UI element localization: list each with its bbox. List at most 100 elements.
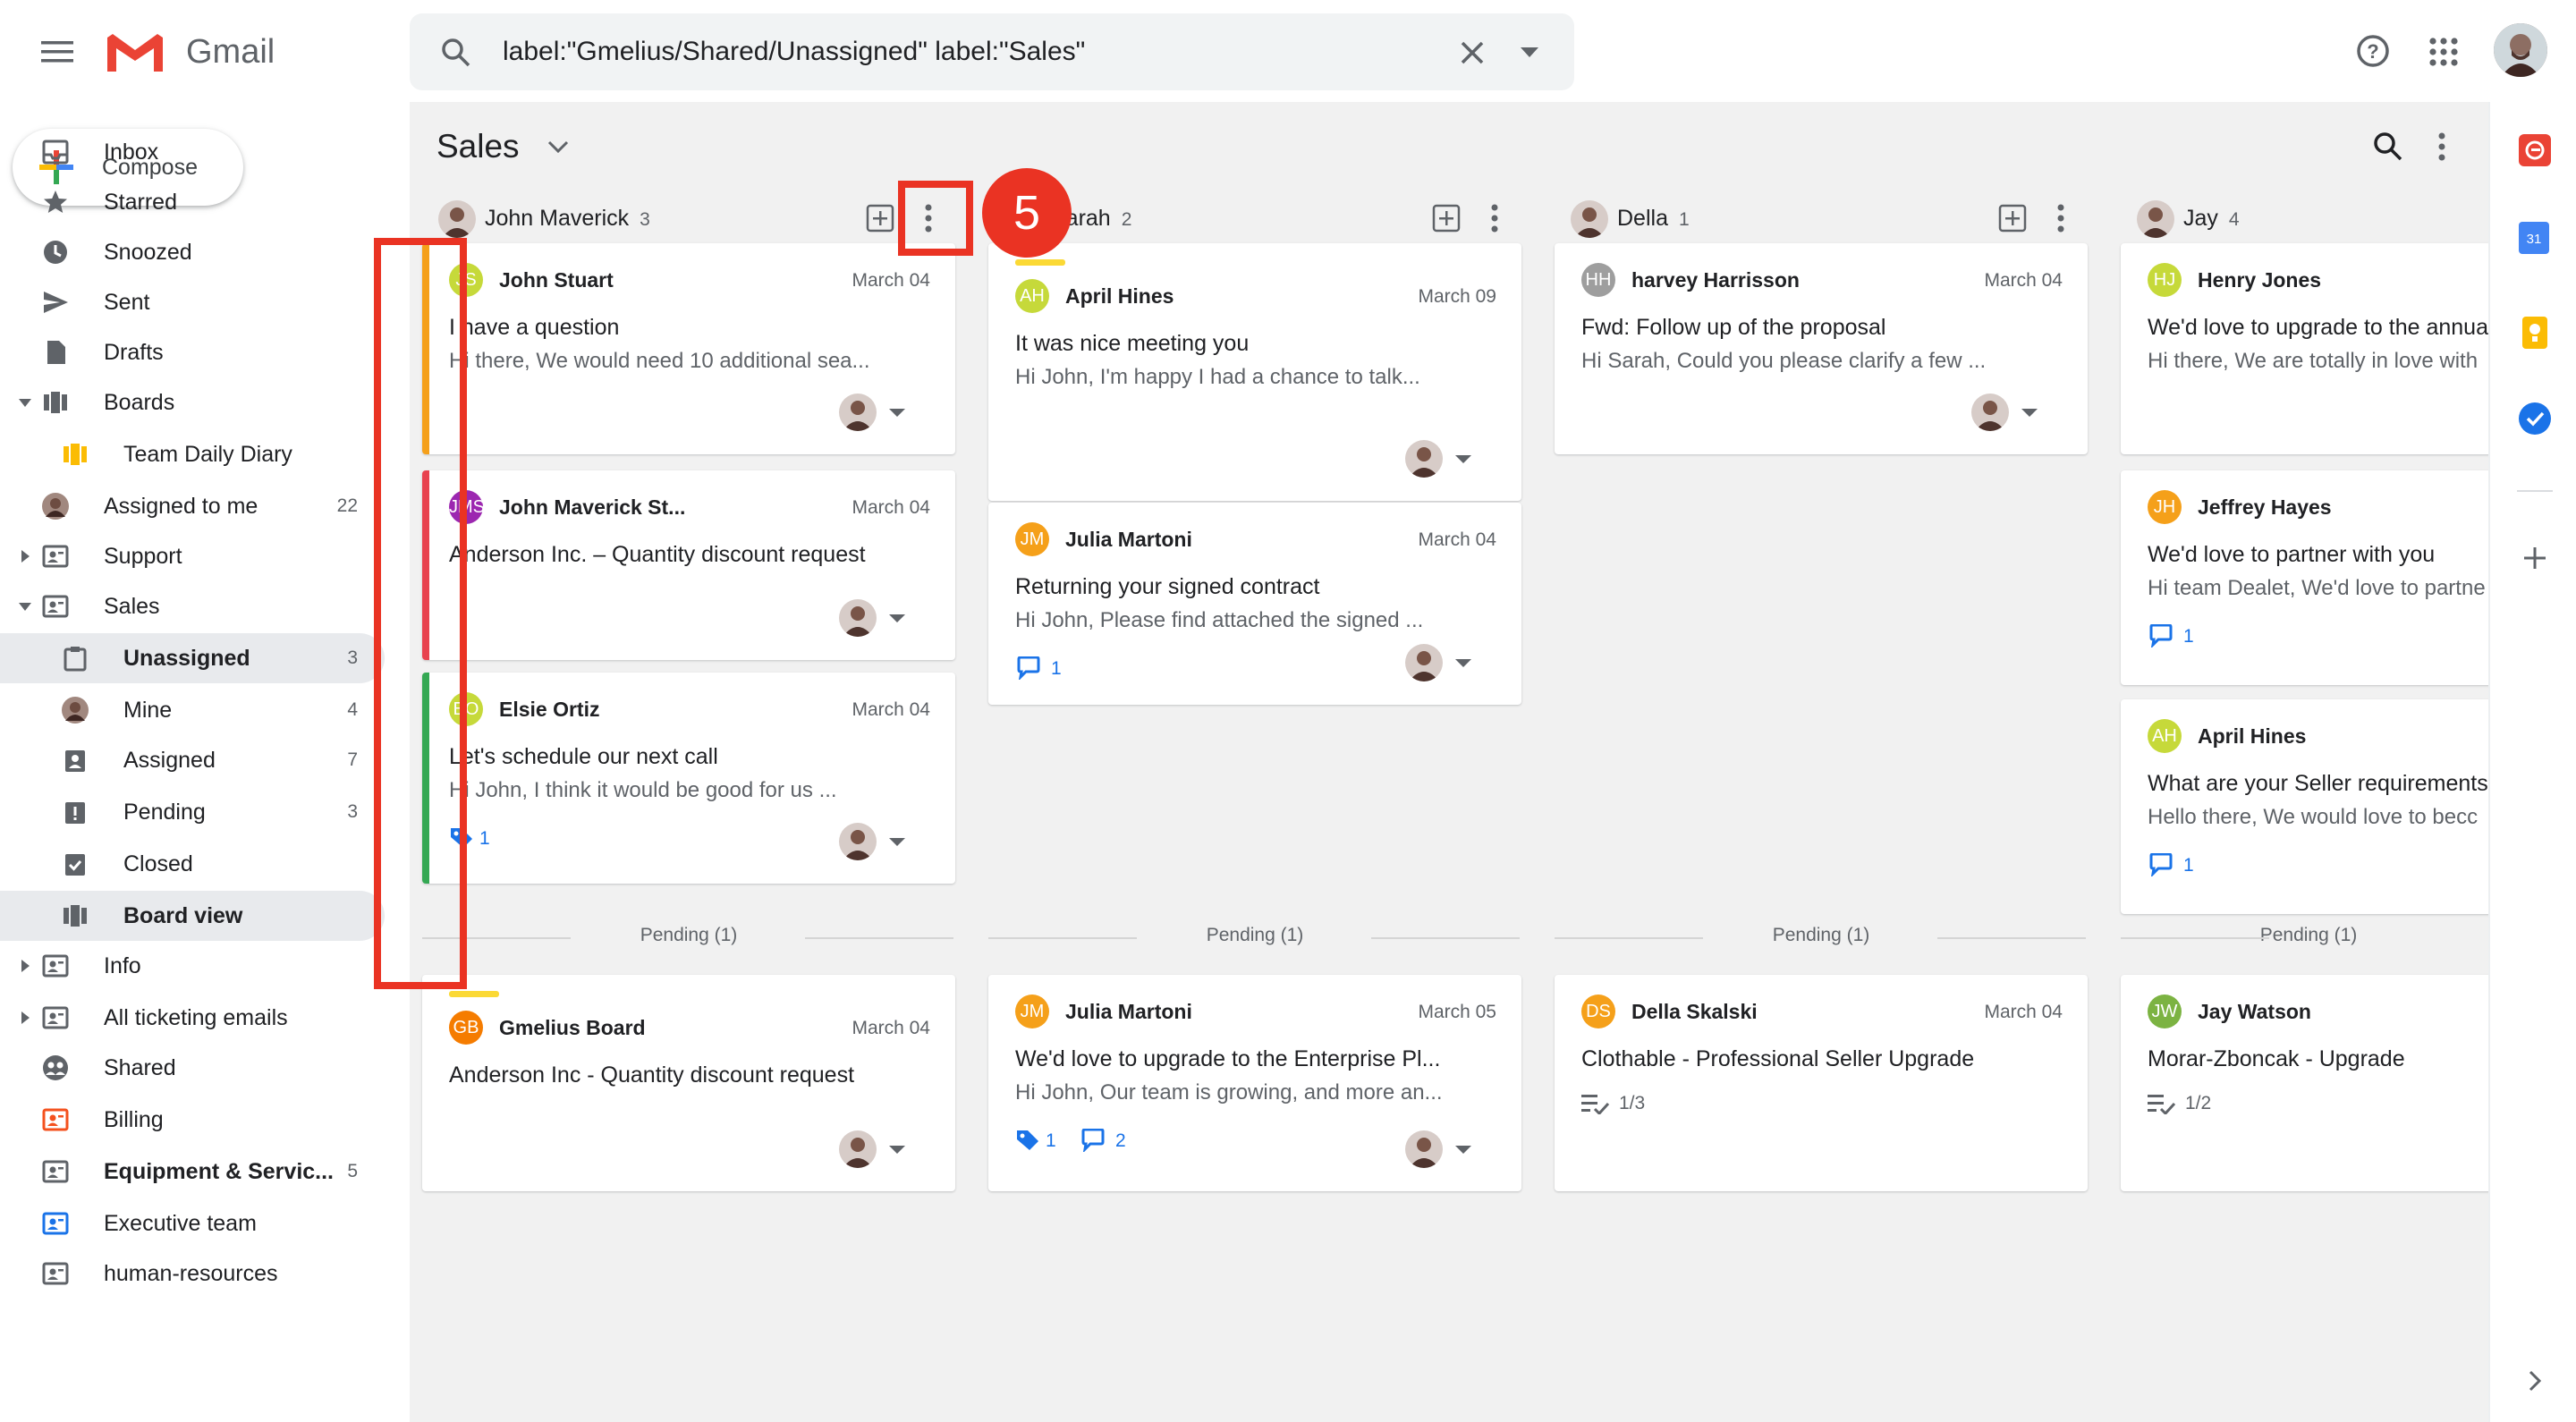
board-more-icon[interactable] — [2422, 127, 2462, 166]
shared-label-icon — [41, 1003, 70, 1032]
expand-arrow-icon[interactable] — [21, 550, 30, 563]
email-subject: We'd love to partner with you — [2148, 542, 2436, 567]
chevron-down-icon[interactable] — [1510, 33, 1549, 72]
sidebar-item-assigned-to-me[interactable]: Assigned to me 22 — [0, 481, 385, 531]
board-title-chevron-icon[interactable] — [540, 129, 576, 165]
sidebar-item-shared[interactable]: Shared — [0, 1043, 385, 1093]
comment-icon[interactable] — [2148, 623, 2174, 652]
collapse-arrow-icon[interactable] — [19, 399, 31, 407]
pending-card[interactable]: GB Gmelius Board March 04 Anderson Inc - Qu… — [422, 975, 955, 1191]
email-card[interactable]: JM Julia Martoni March 04 Returning your si… — [988, 503, 1521, 705]
email-card[interactable]: AH April Hines March 09 It was nice meeting… — [988, 243, 1521, 501]
add-card-icon[interactable] — [1998, 204, 2027, 237]
collapse-arrow-icon[interactable] — [19, 603, 31, 611]
apps-grid-icon[interactable] — [2424, 32, 2463, 72]
sidebar-item-unassigned[interactable]: Unassigned 3 — [0, 633, 385, 683]
sidebar-item-human-resources[interactable]: human-resources — [0, 1248, 385, 1299]
email-date: March 04 — [852, 699, 930, 720]
sidebar-item-closed[interactable]: Closed — [0, 839, 385, 889]
checklist-icon — [2148, 1093, 2176, 1119]
sidebar-item-all-ticketing-emails[interactable]: All ticketing emails — [0, 993, 385, 1043]
gmelius-icon[interactable] — [2519, 134, 2551, 166]
avatar-icon — [61, 696, 89, 724]
help-icon[interactable]: ? — [2352, 30, 2394, 72]
assignee-dropdown-icon[interactable] — [889, 409, 905, 417]
calendar-icon[interactable]: 31 — [2519, 222, 2549, 254]
comment-count: 2 — [1115, 1130, 1126, 1151]
assignee-dropdown-icon[interactable] — [889, 614, 905, 622]
keep-icon[interactable] — [2522, 317, 2547, 349]
add-card-icon[interactable] — [866, 204, 894, 237]
gmail-logo[interactable] — [104, 30, 166, 75]
assignee-dropdown-icon[interactable] — [2021, 409, 2038, 417]
email-card[interactable]: HJ Henry Jones We'd love to upgrade to the… — [2121, 243, 2496, 454]
shared-label-icon — [41, 592, 70, 621]
sender-avatar: JM — [1015, 522, 1049, 556]
add-card-icon[interactable] — [1432, 204, 1461, 237]
search-icon[interactable] — [436, 33, 476, 72]
email-card[interactable]: JS John Stuart March 04 I have a question Hi… — [422, 243, 955, 454]
column-more-icon[interactable] — [2057, 204, 2064, 237]
sidebar-item-pending[interactable]: Pending 3 — [0, 787, 385, 837]
assignee-avatar[interactable] — [1405, 440, 1443, 478]
pending-card[interactable]: JW Jay Watson Morar-Zboncak - Upgrade 1/2 — [2121, 975, 2496, 1191]
menu-icon[interactable] — [36, 34, 79, 70]
assignee-avatar[interactable] — [839, 394, 877, 431]
send-icon — [41, 288, 70, 317]
assignee-dropdown-icon[interactable] — [1455, 659, 1471, 667]
comment-icon[interactable] — [1015, 656, 1042, 684]
sidebar-item-boards[interactable]: Boards — [0, 377, 385, 427]
shared-label-icon — [41, 952, 70, 980]
pending-card[interactable]: DS Della Skalski March 04 Clothable - Profe… — [1555, 975, 2088, 1191]
assignee-avatar[interactable] — [839, 1130, 877, 1168]
assignee-avatar[interactable] — [1405, 1130, 1443, 1168]
pending-card[interactable]: JM Julia Martoni March 05 We'd love to upgr… — [988, 975, 1521, 1191]
sidebar-item-support[interactable]: Support — [0, 531, 385, 581]
search-bar[interactable]: label:"Gmelius/Shared/Unassigned" label:… — [410, 13, 1574, 90]
sidebar-item-billing[interactable]: Billing — [0, 1095, 385, 1145]
assignee-avatar[interactable] — [1405, 644, 1443, 681]
sidebar-item-inbox[interactable]: Inbox — [0, 127, 385, 177]
assignee-dropdown-icon[interactable] — [889, 1146, 905, 1154]
email-card[interactable]: HH harvey Harrisson March 04 Fwd: Follow up… — [1555, 243, 2088, 454]
sidebar-item-mine[interactable]: Mine 4 — [0, 685, 385, 735]
email-snippet: Hi John, I'm happy I had a chance to tal… — [1015, 365, 1420, 389]
assignee-avatar[interactable] — [839, 599, 877, 637]
expand-arrow-icon[interactable] — [21, 960, 30, 972]
expand-arrow-icon[interactable] — [21, 1011, 30, 1024]
sender-name: Henry Jones — [2198, 268, 2322, 292]
expand-panel-icon[interactable] — [2522, 1368, 2547, 1393]
email-card[interactable]: JH Jeffrey Hayes We'd love to partner with… — [2121, 470, 2496, 685]
board-search-icon[interactable] — [2368, 127, 2408, 166]
column-more-icon[interactable] — [1491, 204, 1498, 237]
sidebar-item-sales[interactable]: Sales — [0, 581, 385, 631]
close-icon[interactable] — [1453, 33, 1492, 72]
search-input[interactable]: label:"Gmelius/Shared/Unassigned" label:… — [503, 13, 1085, 90]
email-card[interactable]: JMS John Maverick St... March 04 Anderson I… — [422, 470, 955, 660]
user-avatar[interactable] — [2494, 23, 2547, 77]
sidebar-item-info[interactable]: Info — [0, 941, 385, 991]
sidebar-item-label: Board view — [123, 903, 243, 928]
sidebar-item-snoozed[interactable]: Snoozed — [0, 227, 385, 277]
sidebar-item-drafts[interactable]: Drafts — [0, 327, 385, 377]
add-addon-icon[interactable] — [2521, 544, 2549, 572]
assignee-avatar[interactable] — [839, 823, 877, 860]
sidebar-item-team-daily-diary[interactable]: Team Daily Diary — [0, 429, 385, 479]
tag-icon[interactable] — [1015, 1129, 1040, 1156]
assignee-dropdown-icon[interactable] — [889, 838, 905, 846]
email-card[interactable]: AH April Hines What are your Seller requir… — [2121, 699, 2496, 914]
sidebar-item-assigned[interactable]: Assigned 7 — [0, 735, 385, 785]
assignee-dropdown-icon[interactable] — [1455, 455, 1471, 463]
sidebar-item-executive-team[interactable]: Executive team — [0, 1198, 385, 1248]
comment-icon[interactable] — [2148, 852, 2174, 881]
assignee-avatar[interactable] — [1971, 394, 2009, 431]
assignee-dropdown-icon[interactable] — [1455, 1146, 1471, 1154]
sidebar-item-equipment-servic[interactable]: Equipment & Servic... 5 — [0, 1147, 385, 1197]
tasks-icon[interactable] — [2519, 402, 2551, 435]
sidebar-item-label: Boards — [104, 390, 175, 415]
sidebar-item-sent[interactable]: Sent — [0, 277, 385, 327]
email-card[interactable]: EO Elsie Ortiz March 04 Let's schedule our … — [422, 673, 955, 884]
sidebar-item-board-view[interactable]: Board view — [0, 891, 385, 941]
comment-icon[interactable] — [1080, 1128, 1106, 1156]
sidebar-item-starred[interactable]: Starred — [0, 177, 385, 227]
